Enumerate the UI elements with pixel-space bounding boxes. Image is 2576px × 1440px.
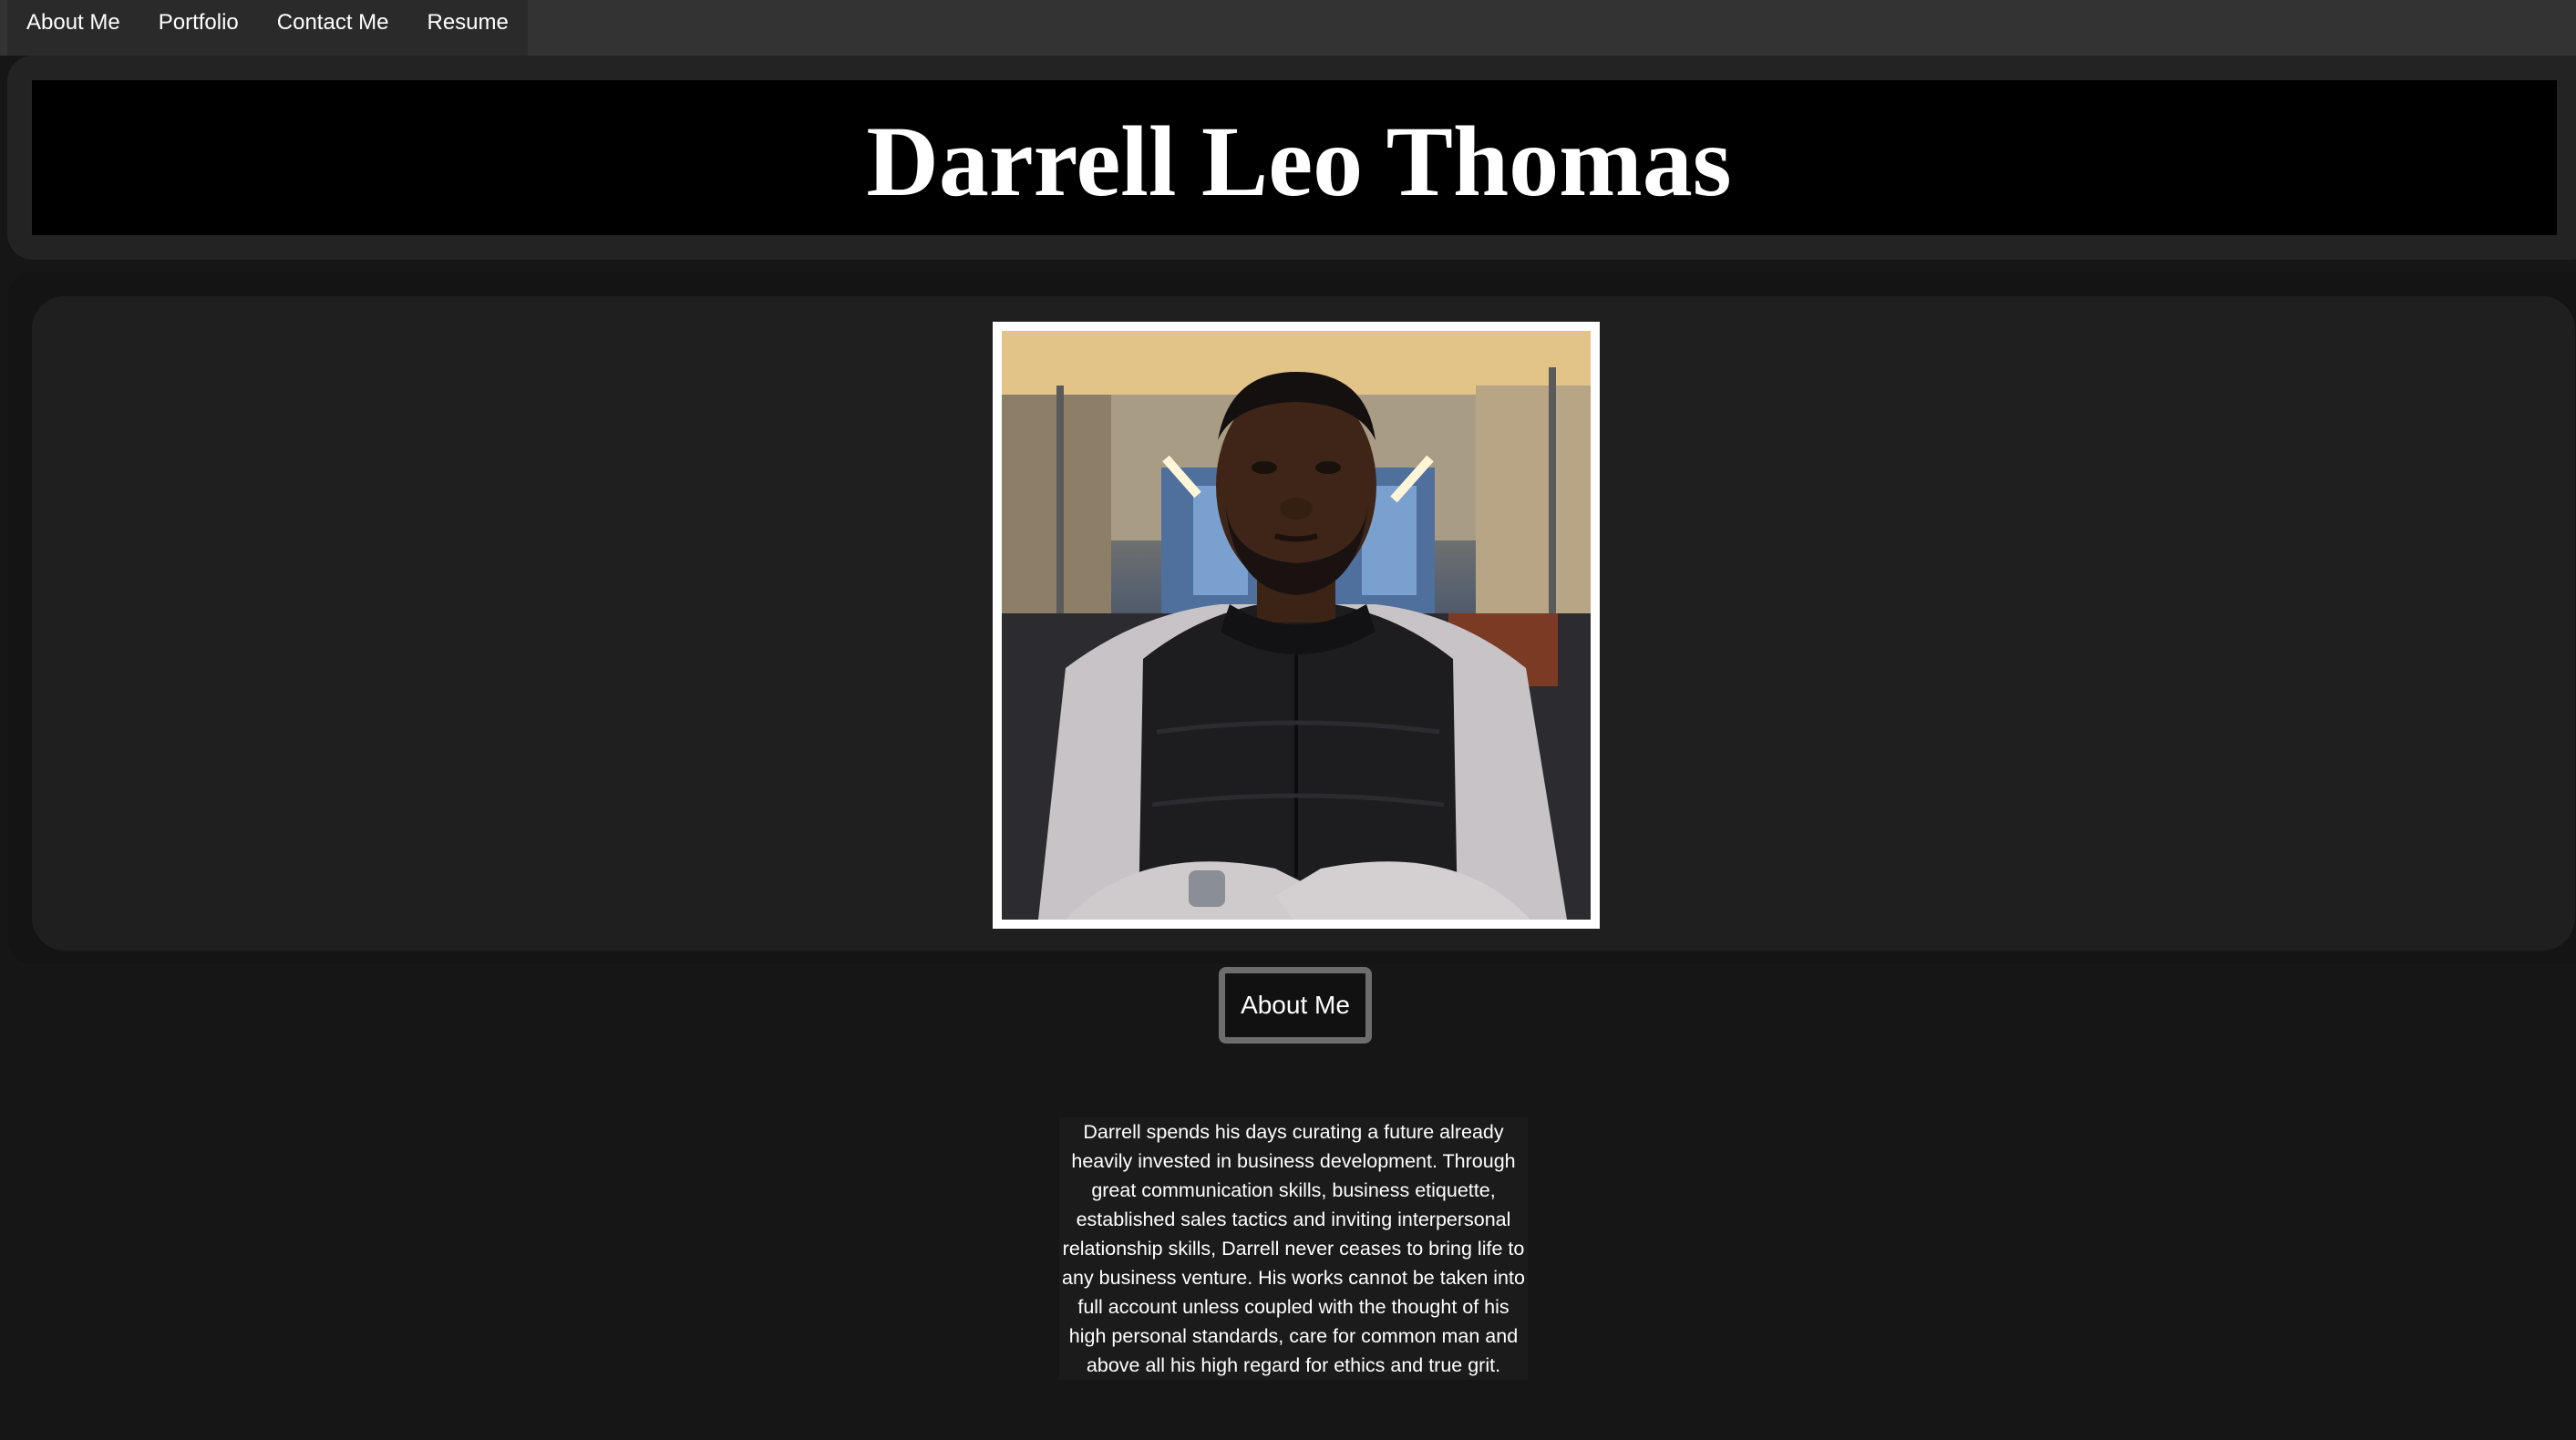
nose: [1280, 498, 1313, 519]
page: About Me Portfolio Contact Me Resume Dar…: [0, 0, 2576, 1440]
header-banner: Darrell Leo Thomas: [32, 80, 2557, 235]
nav-link-resume[interactable]: Resume: [408, 0, 528, 56]
nav-link-about-me[interactable]: About Me: [7, 0, 139, 56]
about-me-button[interactable]: About Me: [1219, 967, 1372, 1044]
bio-text: Darrell spends his days curating a futur…: [1059, 1117, 1528, 1380]
nav-link-portfolio[interactable]: Portfolio: [139, 0, 258, 56]
left-eye: [1252, 461, 1277, 474]
mouth: [1274, 533, 1318, 542]
page-title: Darrell Leo Thomas: [866, 106, 1732, 217]
portrait-illustration: [1002, 331, 1591, 920]
portrait-frame: [993, 322, 1600, 929]
nav-link-contact-me[interactable]: Contact Me: [258, 0, 408, 56]
portrait-photo: [1002, 331, 1591, 920]
header: Darrell Leo Thomas: [7, 56, 2576, 260]
top-navigation: About Me Portfolio Contact Me Resume: [0, 0, 2576, 56]
nav-links: About Me Portfolio Contact Me Resume: [7, 0, 528, 56]
right-eye: [1315, 461, 1341, 474]
watch: [1189, 870, 1225, 907]
